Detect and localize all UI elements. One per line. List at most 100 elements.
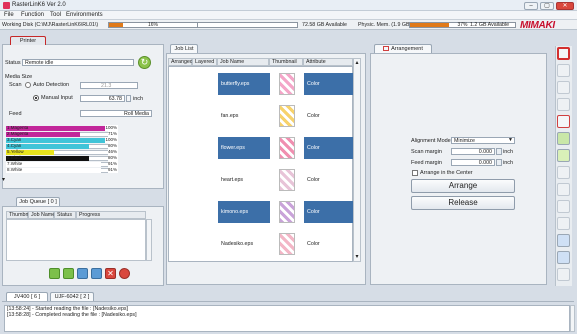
scroll-up-icon[interactable]: ▴	[354, 59, 360, 67]
release-button[interactable]: Release	[411, 196, 515, 210]
mimaki-logo: MIMAKI	[520, 20, 555, 31]
manual-input-radio[interactable]	[33, 95, 39, 101]
crop-tool-icon[interactable]	[557, 115, 570, 128]
job-name-cell[interactable]: butterfly.eps	[218, 73, 270, 95]
tab-printer-ujf6042[interactable]: UJF-6042 [ 2 ]	[50, 292, 94, 301]
job-name-cell[interactable]: Nadesiko.eps	[218, 233, 270, 255]
ink-levels: 1.Magenta 100% 2.Magenta 71% 3.Cyan 100% 4.Cya…	[6, 125, 118, 175]
log-scrollbar[interactable]	[570, 305, 575, 332]
queue-col-job-name[interactable]: Job Name	[28, 211, 55, 219]
job-name-cell[interactable]: fan.eps	[218, 105, 270, 127]
close-button[interactable]: ✕	[556, 2, 574, 10]
scroll-down-icon[interactable]: ▾	[354, 253, 360, 261]
print-icon[interactable]	[49, 268, 60, 279]
menu-tool[interactable]: Tool	[50, 12, 61, 18]
printer-tool-icon[interactable]	[557, 234, 570, 247]
pause-icon[interactable]	[77, 268, 88, 279]
cut-icon[interactable]	[557, 200, 570, 213]
manual-input-field[interactable]: 63.78	[80, 95, 125, 102]
tiling-tool-icon[interactable]	[557, 98, 570, 111]
auto-detection-radio[interactable]	[25, 82, 31, 88]
job-attribute-cell[interactable]: Color	[304, 73, 354, 95]
joblist-col-arranged[interactable]: Arranged	[168, 58, 193, 66]
queue-col-thumbnail[interactable]: Thumbnail	[6, 211, 34, 219]
tab-job-queue[interactable]: Job Queue [ 0 ]	[16, 197, 60, 206]
copies-icon[interactable]	[557, 183, 570, 196]
job-thumbnail[interactable]	[279, 201, 295, 223]
job-list-row[interactable]: Nadesiko.eps Color	[169, 229, 354, 259]
job-name-cell[interactable]: heart.eps	[218, 169, 270, 191]
cancel-icon[interactable]	[119, 268, 130, 279]
trash-icon[interactable]	[557, 268, 570, 281]
stop-icon[interactable]	[91, 268, 102, 279]
scan-margin-spinner[interactable]	[496, 148, 502, 155]
tab-printer[interactable]: Printer	[10, 36, 46, 45]
maximize-button[interactable]: ▢	[540, 2, 554, 10]
job-list-row[interactable]: fan.eps Color	[169, 101, 354, 131]
tab-job-list[interactable]: Job List	[170, 44, 198, 53]
duplicate-tool-icon[interactable]	[557, 81, 570, 94]
delete-icon[interactable]: ✕	[105, 268, 116, 279]
manual-input-spinner[interactable]	[126, 95, 131, 102]
queue-col-status[interactable]: Status	[54, 211, 76, 219]
job-list-row[interactable]: flower.eps Color	[169, 133, 354, 163]
status-label: Status	[5, 60, 21, 66]
menu-environments[interactable]: Environments	[66, 12, 103, 18]
menu-function[interactable]: Function	[21, 12, 44, 18]
panel-collapse-icon[interactable]: ▾	[2, 176, 6, 186]
job-thumbnail[interactable]	[279, 137, 295, 159]
tab-printer-jv400[interactable]: JV400 [ 6 ]	[6, 292, 48, 301]
job-queue-list[interactable]	[6, 219, 146, 261]
job-list-row[interactable]: heart.eps Color	[169, 165, 354, 195]
arrange-center-label: Arrange in the Center	[420, 170, 473, 176]
menu-bar: File Function Tool Environments	[0, 11, 577, 20]
arrangement-panel	[370, 53, 547, 285]
feed-margin-label: Feed margin	[411, 160, 442, 166]
feed-margin-spinner[interactable]	[496, 159, 502, 166]
menu-file[interactable]: File	[4, 12, 14, 18]
job-info-icon[interactable]	[557, 251, 570, 264]
arrangement-icon	[383, 46, 390, 52]
job-thumbnail[interactable]	[279, 169, 295, 191]
job-attribute-cell[interactable]: Color	[304, 201, 354, 223]
joblist-col-job-name[interactable]: Job Name	[217, 58, 269, 66]
zoom-icon[interactable]	[557, 217, 570, 230]
sun-icon[interactable]	[557, 166, 570, 179]
special-color-icon[interactable]	[557, 149, 570, 162]
job-thumbnail[interactable]	[279, 105, 295, 127]
job-name-cell[interactable]: kimono.eps	[218, 201, 270, 223]
arrange-button[interactable]: Arrange	[411, 179, 515, 193]
color-tool-icon[interactable]	[557, 132, 570, 145]
job-list-scrollbar[interactable]	[353, 58, 361, 262]
tab-arrangement-label: Arrangement	[391, 46, 423, 52]
play-icon[interactable]	[63, 268, 74, 279]
layout-tool-icon[interactable]	[557, 64, 570, 77]
disk-usage-meter: 16%	[108, 22, 198, 28]
chevron-down-icon[interactable]: ▼	[506, 137, 515, 144]
auto-detection-label: Auto Detection	[33, 82, 70, 88]
job-list-row[interactable]: kimono.eps Color	[169, 197, 354, 227]
job-thumbnail[interactable]	[279, 73, 295, 95]
disk-meter-track	[198, 22, 298, 28]
physical-memory-label: Physic. Mem. (1.9 GB)	[358, 22, 412, 28]
queue-col-progress[interactable]: Progress	[76, 211, 146, 219]
job-thumbnail[interactable]	[279, 233, 295, 255]
job-list-row[interactable]: butterfly.eps Color	[169, 69, 354, 99]
job-attribute-cell[interactable]: Color	[304, 169, 354, 191]
arrange-center-checkbox[interactable]	[412, 170, 418, 176]
auto-detection-value-text: 21.3	[101, 83, 112, 89]
job-attribute-cell[interactable]: Color	[304, 105, 354, 127]
scan-margin-field[interactable]: 0.000	[451, 148, 495, 155]
joblist-col-layered[interactable]: Layered	[192, 58, 217, 66]
job-attribute-cell[interactable]: Color	[304, 233, 354, 255]
minimize-button[interactable]: –	[524, 2, 538, 10]
joblist-col-thumbnail[interactable]: Thumbnail	[269, 58, 303, 66]
refresh-icon[interactable]: ↻	[138, 56, 151, 69]
job-name-cell[interactable]: flower.eps	[218, 137, 270, 159]
feed-margin-field[interactable]: 0.000	[451, 159, 495, 166]
tab-arrangement[interactable]: Arrangement	[374, 44, 432, 53]
arrangement-tool-icon[interactable]	[557, 47, 570, 60]
joblist-col-attribute[interactable]: Attribute	[303, 58, 353, 66]
job-attribute-cell[interactable]: Color	[304, 137, 354, 159]
job-queue-scrollbar[interactable]	[146, 219, 152, 261]
